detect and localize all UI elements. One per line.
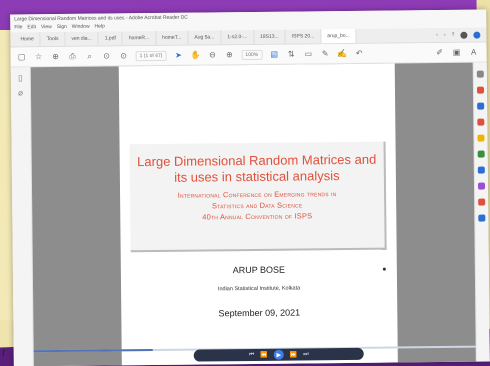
export-pdf-icon[interactable] <box>476 86 485 94</box>
chevron-left-icon[interactable]: ‹ <box>436 32 438 38</box>
document-area: ▯ ⌀ Large Dimensional Random Matrices an… <box>10 62 490 366</box>
help-icon[interactable]: ? <box>452 32 455 38</box>
more-tools-icon[interactable]: ▣ <box>452 47 462 57</box>
play-button[interactable]: ▶ <box>273 349 284 360</box>
screen: Large Dimensional Random Matrices and it… <box>10 9 490 366</box>
more-tools-icon[interactable] <box>478 214 486 222</box>
create-pdf-icon[interactable] <box>477 102 485 110</box>
tab-document[interactable]: homeR... <box>122 30 157 46</box>
fill-sign-icon[interactable] <box>477 182 486 190</box>
scroll-mode-icon[interactable]: ⇅ <box>286 49 296 59</box>
stray-character: r <box>2 347 6 359</box>
next-page-icon[interactable]: ⊙ <box>119 51 129 61</box>
tab-tools[interactable]: Tools <box>40 31 66 47</box>
page-thumbnails-icon[interactable]: ▯ <box>18 73 23 82</box>
search-icon[interactable]: ⌕ <box>85 51 95 61</box>
slide-subtitle: International Conference on Emerging tre… <box>130 188 384 224</box>
rewind-icon[interactable]: ⏪ <box>260 351 268 358</box>
menu-item[interactable]: Edit <box>27 24 36 31</box>
slide-author: ARUP BOSE <box>232 264 286 276</box>
protect-icon[interactable] <box>478 198 486 206</box>
slide-title-box: Large Dimensional Random Matrices and it… <box>129 141 387 253</box>
sign-icon[interactable]: ✍ <box>337 48 347 58</box>
fast-forward-icon[interactable]: ⏩ <box>290 351 298 358</box>
tab-document[interactable]: 1.pdf <box>98 31 123 46</box>
select-cursor-icon[interactable]: ➤ <box>173 50 183 60</box>
tab-document[interactable]: 1-s2.0-... <box>221 29 255 45</box>
zoom-out-icon[interactable]: ⊖ <box>207 50 217 60</box>
search-icon[interactable] <box>476 70 484 78</box>
mouse-cursor <box>382 267 386 271</box>
page-number-input[interactable]: 1 (1 of 47) <box>135 50 167 61</box>
menu-item[interactable]: Sign <box>57 24 67 31</box>
tab-document[interactable]: ven dia... <box>65 31 99 46</box>
menu-item[interactable]: View <box>41 24 52 31</box>
create-icon[interactable]: ▢ <box>17 52 27 62</box>
slide-date: September 09, 2021 <box>218 307 301 319</box>
subtitle-line: 40th Annual Convention of ISPS <box>202 211 313 222</box>
attachments-icon[interactable]: ⌀ <box>18 88 23 97</box>
skip-back-icon[interactable]: ⏮ <box>249 351 254 358</box>
zoom-in-icon[interactable]: ⊕ <box>224 50 234 60</box>
menu-item[interactable]: Window <box>72 24 90 31</box>
tab-controls: ‹ › ? <box>436 31 486 39</box>
tab-document[interactable]: Aug 5a... <box>188 30 222 45</box>
read-aloud-icon[interactable]: A <box>469 47 479 57</box>
pdf-page: Large Dimensional Random Matrices and it… <box>118 63 398 366</box>
notification-icon[interactable] <box>460 31 468 39</box>
comment-tool-icon[interactable] <box>477 134 485 142</box>
highlight-pen-icon[interactable]: ✎ <box>320 49 330 59</box>
slide-affiliation: Indian Statistical Institute, Kolkata <box>217 285 301 293</box>
combine-files-icon[interactable] <box>477 150 485 158</box>
tab-document-active[interactable]: arup_bo... <box>321 28 357 44</box>
avatar[interactable] <box>473 31 481 39</box>
tab-document[interactable]: ISPS 20... <box>285 29 322 44</box>
zoom-select[interactable]: 100% <box>241 49 263 60</box>
menu-item[interactable]: Help <box>95 24 105 31</box>
bookmark-star-icon[interactable]: ☆ <box>34 52 44 62</box>
fit-page-icon[interactable]: ▤ <box>269 49 279 59</box>
tab-document[interactable]: 18S13... <box>254 29 286 44</box>
print-icon[interactable]: ⎙ <box>68 51 78 61</box>
undo-icon[interactable]: ↶ <box>354 48 364 58</box>
prev-page-icon[interactable]: ⊙ <box>102 51 112 61</box>
skip-forward-icon[interactable]: ⏭ <box>303 351 308 358</box>
edit-pdf-icon[interactable] <box>477 118 485 126</box>
menu-item[interactable]: File <box>14 24 22 31</box>
share-icon[interactable]: ⊕ <box>51 51 61 61</box>
tab-home[interactable]: Home <box>14 32 41 47</box>
chevron-right-icon[interactable]: › <box>444 32 446 38</box>
slide-title: Large Dimensional Random Matrices and it… <box>137 151 377 185</box>
organize-pages-icon[interactable] <box>477 166 485 174</box>
comment-icon[interactable]: ▭ <box>303 49 313 59</box>
tab-document[interactable]: homeT... <box>156 30 189 45</box>
hand-tool-icon[interactable]: ✋ <box>190 50 200 60</box>
document-canvas[interactable]: Large Dimensional Random Matrices and it… <box>30 62 476 366</box>
toolbar-right: ✐ ▣ A <box>435 47 487 58</box>
sign-fill-icon[interactable]: ✐ <box>435 47 445 57</box>
video-player-controls: ⏮ ⏪ ▶ ⏩ ⏭ <box>193 347 364 362</box>
